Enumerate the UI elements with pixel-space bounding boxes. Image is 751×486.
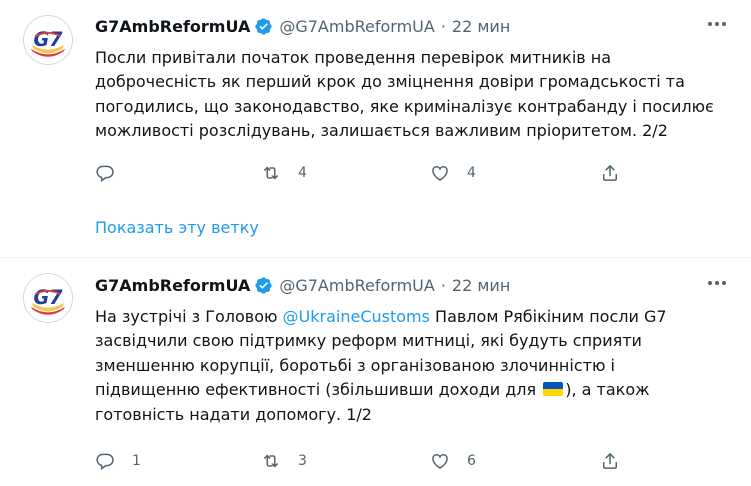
tweet-text: На зустрічі з Головою @UkraineCustoms Па… — [95, 305, 715, 427]
tweet[interactable]: G7 G7AmbReformUA @G7AmbReformUA · 22 мин… — [0, 0, 751, 196]
timestamp[interactable]: 22 мин — [452, 17, 510, 36]
svg-text:G7: G7 — [33, 286, 63, 309]
like-count: 6 — [467, 453, 476, 469]
retweet-button[interactable]: 4 — [261, 161, 307, 185]
timestamp[interactable]: 22 мин — [452, 276, 510, 295]
share-button[interactable] — [600, 161, 620, 185]
tweet-text-part: На зустрічі з Головою — [95, 307, 283, 326]
retweet-icon — [264, 166, 278, 180]
share-button[interactable] — [600, 449, 620, 473]
retweet-icon — [264, 454, 278, 468]
heart-icon — [432, 166, 448, 181]
retweet-count: 4 — [298, 165, 307, 181]
author-handle[interactable]: @G7AmbReformUA — [279, 276, 434, 295]
tweet[interactable]: G7 G7AmbReformUA @G7AmbReformUA · 22 мин… — [0, 259, 751, 486]
retweet-button[interactable]: 3 — [261, 449, 307, 473]
retweet-count: 3 — [298, 453, 307, 469]
like-button[interactable]: 4 — [430, 161, 476, 185]
g7-logo-icon: G7 — [24, 16, 72, 64]
g7-logo-icon: G7 — [24, 274, 72, 322]
more-options-icon[interactable] — [707, 273, 727, 293]
reply-icon — [96, 165, 114, 182]
tweet-header: G7AmbReformUA @G7AmbReformUA · 22 мин — [95, 14, 510, 38]
svg-text:G7: G7 — [33, 28, 63, 51]
author-handle[interactable]: @G7AmbReformUA — [279, 17, 434, 36]
author-name[interactable]: G7AmbReformUA — [95, 276, 250, 295]
like-count: 4 — [467, 165, 476, 181]
tweet-text: Посли привітали початок проведення перев… — [95, 48, 714, 141]
heart-icon — [432, 454, 448, 469]
like-button[interactable]: 6 — [430, 449, 476, 473]
separator-dot: · — [440, 275, 446, 295]
mention-link[interactable]: @UkraineCustoms — [283, 307, 430, 326]
reply-button[interactable] — [95, 161, 132, 185]
separator-dot: · — [440, 16, 446, 36]
show-thread-row: Показать эту ветку — [0, 196, 751, 258]
more-options-icon[interactable] — [707, 14, 727, 34]
verified-badge-icon — [254, 276, 273, 295]
author-name[interactable]: G7AmbReformUA — [95, 17, 250, 36]
reply-count: 1 — [132, 453, 141, 469]
avatar[interactable]: G7 — [23, 15, 73, 65]
reply-icon — [96, 453, 114, 470]
share-icon — [603, 165, 617, 181]
show-thread-link[interactable]: Показать эту ветку — [95, 218, 259, 237]
tweet-header: G7AmbReformUA @G7AmbReformUA · 22 мин — [95, 273, 510, 297]
avatar[interactable]: G7 — [23, 273, 73, 323]
ukraine-flag-icon — [543, 382, 564, 397]
share-icon — [603, 453, 617, 469]
verified-badge-icon — [254, 17, 273, 36]
reply-button[interactable]: 1 — [95, 449, 141, 473]
